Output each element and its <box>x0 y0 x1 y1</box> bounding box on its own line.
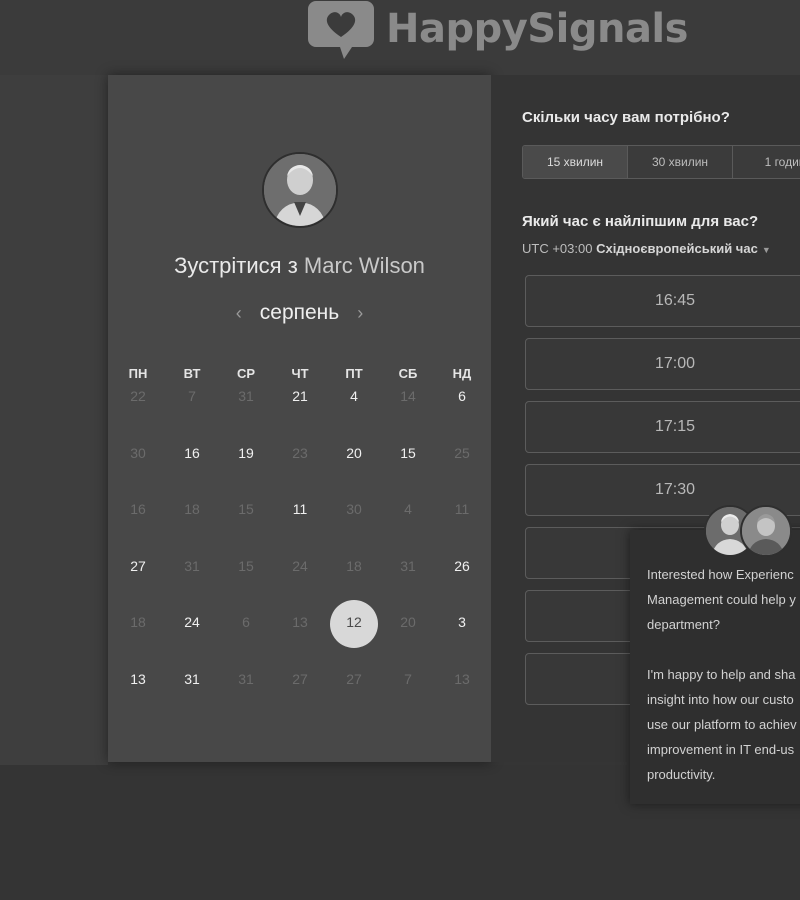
weekday-fri: ПТ <box>345 366 363 381</box>
calendar-day[interactable]: 31 <box>165 669 219 726</box>
calendar-day[interactable]: 6 <box>435 386 489 443</box>
calendar-grid: ПН ВТ СР ЧТ ПТ СБ НД 22 7 31 21 4 14 6 30 16 19 23… <box>111 362 491 726</box>
weekday-wed: СР <box>236 366 256 381</box>
calendar-day: 30 <box>346 501 362 518</box>
calendar-day[interactable]: 24 <box>165 612 219 669</box>
calendar-day: 11 <box>454 501 470 518</box>
timezone-offset: UTC +03:00 <box>522 241 593 256</box>
calendar-day[interactable]: 15 <box>381 443 435 500</box>
calendar-day: 27 <box>346 670 362 687</box>
calendar-day: 7 <box>404 670 412 687</box>
duration-selector: 15 хвилин 30 хвилин 1 годин <box>522 145 800 179</box>
calendar-day[interactable]: 20 <box>327 443 381 500</box>
time-question: Який час є найліпшим для вас? <box>522 213 759 230</box>
calendar-day: 6 <box>242 614 250 631</box>
duration-question: Скільки часу вам потрібно? <box>522 109 730 126</box>
timezone-selector[interactable]: UTC +03:00 Східноєвропейський час ▼ <box>522 241 771 256</box>
calendar-day: 18 <box>184 501 200 518</box>
calendar-day: 23 <box>292 444 308 461</box>
calendar-day: 16 <box>130 501 146 518</box>
calendar-day[interactable]: 21 <box>273 386 327 443</box>
time-slot[interactable]: 16:45 <box>525 275 800 327</box>
weekday-sat: СБ <box>398 366 418 381</box>
heart-chat-icon <box>308 1 374 59</box>
calendar-day: 4 <box>404 501 412 518</box>
calendar-day: 24 <box>292 557 308 574</box>
calendar-week: 18 24 6 13 12 20 3 <box>111 600 491 669</box>
calendar-week: 30 16 19 23 20 15 25 <box>111 443 491 500</box>
host-name: Marc Wilson <box>303 253 425 278</box>
calendar-day[interactable]: 13 <box>111 669 165 726</box>
calendar-day[interactable]: 11 <box>273 499 327 556</box>
calendar-day: 15 <box>238 557 254 574</box>
calendar-day: 31 <box>238 388 254 404</box>
calendar-day: 27 <box>292 670 308 687</box>
weekday-tue: ВТ <box>183 366 201 381</box>
calendar-day: 13 <box>454 670 470 687</box>
calendar-week: 27 31 15 24 18 31 26 <box>111 556 491 613</box>
calendar-day: 30 <box>130 444 146 461</box>
calendar-day: 13 <box>292 614 308 631</box>
day-number: 12 <box>346 614 362 631</box>
calendar-week: 22 7 31 21 4 14 6 <box>111 386 491 443</box>
calendar-day[interactable]: 4 <box>327 386 381 443</box>
calendar-week: 16 18 15 11 30 4 11 <box>111 499 491 556</box>
month-label: серпень <box>259 301 340 324</box>
duration-option-30[interactable]: 30 хвилин <box>628 146 733 178</box>
calendar-day-selected[interactable]: 12 <box>327 600 381 669</box>
chat-popup[interactable]: Interested how Experienc Management coul… <box>630 530 800 804</box>
calendar-day[interactable]: 16 <box>165 443 219 500</box>
calendar-day: 14 <box>400 388 416 404</box>
agent-avatar <box>740 505 792 557</box>
calendar-day: 18 <box>130 614 146 631</box>
calendar-day[interactable]: 3 <box>435 612 489 669</box>
month-navigation: ‹ серпень › <box>108 301 491 325</box>
calendar-weeks: 22 7 31 21 4 14 6 30 16 19 23 20 15 25 16 18 15 11 30 4 11 27… <box>111 386 491 726</box>
calendar-day: 15 <box>238 501 254 518</box>
caret-down-icon: ▼ <box>761 245 771 255</box>
calendar-day[interactable]: 26 <box>435 556 489 613</box>
calendar-day: 22 <box>130 388 146 404</box>
meet-prefix: Зустрітися з <box>174 253 298 278</box>
calendar-day: 7 <box>188 388 196 404</box>
calendar-day[interactable]: 19 <box>219 443 273 500</box>
time-slot[interactable]: 17:00 <box>525 338 800 390</box>
weekday-sun: НД <box>452 366 472 381</box>
brand-logo[interactable]: HappySignals <box>306 0 688 64</box>
calendar-week: 13 31 31 27 27 7 13 <box>111 669 491 726</box>
timezone-name: Східноєвропейський час <box>596 241 758 256</box>
calendar-day: 31 <box>238 670 254 687</box>
calendar-day: 31 <box>400 557 416 574</box>
chevron-right-icon[interactable]: › <box>357 303 363 324</box>
duration-option-15[interactable]: 15 хвилин <box>523 146 628 178</box>
meeting-title: Зустрітися з Marc Wilson <box>108 253 491 279</box>
person-icon <box>742 507 790 555</box>
weekday-mon: ПН <box>128 366 148 381</box>
left-backdrop <box>0 75 108 765</box>
weekday-thu: ЧТ <box>291 366 309 381</box>
person-icon <box>264 154 336 226</box>
chat-message: Interested how Experienc Management coul… <box>647 562 800 812</box>
duration-option-60[interactable]: 1 годин <box>733 146 800 178</box>
host-avatar <box>262 152 338 228</box>
calendar-day: 25 <box>454 444 470 461</box>
chat-agent-avatars[interactable] <box>704 505 792 557</box>
time-slot[interactable]: 17:15 <box>525 401 800 453</box>
calendar-day[interactable]: 27 <box>111 556 165 613</box>
calendar-panel: Зустрітися з Marc Wilson ‹ серпень › ПН … <box>108 75 491 762</box>
calendar-day: 20 <box>400 614 416 631</box>
brand-name: HappySignals <box>386 6 688 52</box>
chat-message-2: I'm happy to help and sha insight into h… <box>647 667 797 782</box>
calendar-day: 31 <box>184 557 200 574</box>
chat-message-1: Interested how Experienc Management coul… <box>647 567 796 632</box>
weekday-header: ПН ВТ СР ЧТ ПТ СБ НД <box>111 362 491 386</box>
chevron-left-icon[interactable]: ‹ <box>236 303 242 324</box>
